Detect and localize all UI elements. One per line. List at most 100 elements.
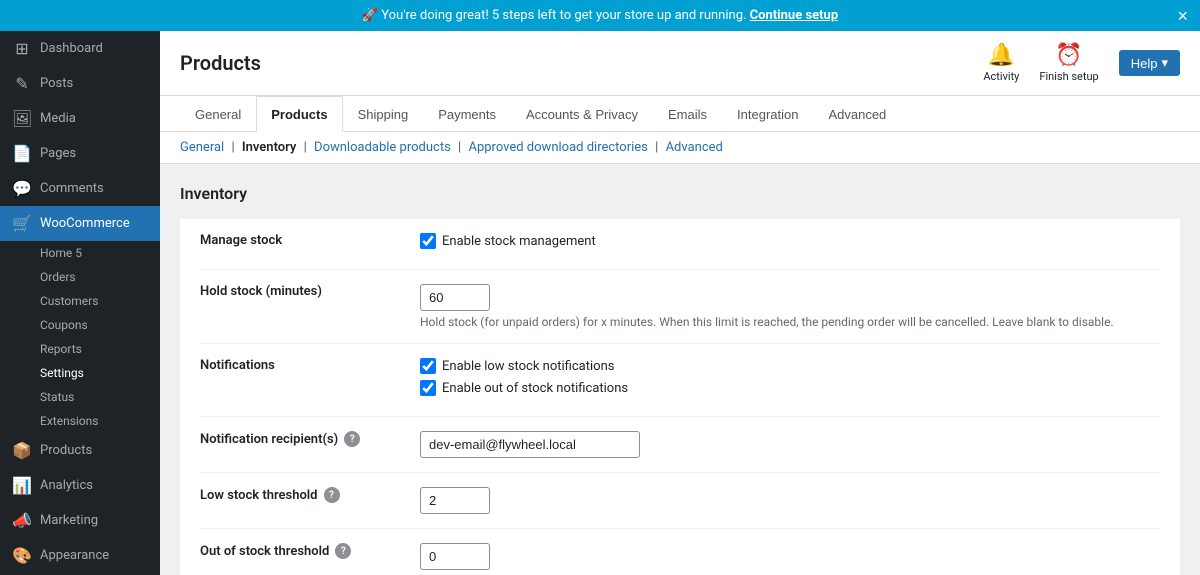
sidebar-sub-coupons[interactable]: Coupons [0, 313, 160, 337]
sidebar-item-label: Media [40, 111, 76, 126]
field-hold-stock-content: Hold stock (for unpaid orders) for x min… [420, 284, 1160, 329]
tab-advanced[interactable]: Advanced [813, 96, 901, 132]
woocommerce-icon: 🛒 [12, 214, 32, 233]
section-title: Inventory [180, 184, 1180, 203]
activity-label: Activity [983, 70, 1019, 83]
sidebar-sub-settings[interactable]: Settings [0, 361, 160, 385]
sidebar-item-products[interactable]: 📦 Products [0, 433, 160, 468]
notification-close-button[interactable]: × [1177, 7, 1188, 25]
field-low-stock-threshold: Low stock threshold ? [200, 473, 1160, 529]
sidebar-sub-status[interactable]: Status [0, 385, 160, 409]
subnav-general[interactable]: General [180, 140, 224, 155]
tab-general[interactable]: General [180, 96, 256, 132]
out-stock-notification-checkbox[interactable] [420, 380, 436, 396]
enable-stock-label: Enable stock management [442, 234, 596, 249]
finish-setup-label: Finish setup [1039, 70, 1098, 83]
low-stock-notification-label: Enable low stock notifications [442, 359, 614, 374]
sidebar-item-label: Analytics [40, 478, 93, 493]
sidebar-item-label: Marketing [40, 513, 98, 528]
field-manage-stock-content: Enable stock management [420, 233, 1160, 255]
comments-icon: 💬 [12, 179, 32, 198]
tab-accounts-privacy[interactable]: Accounts & Privacy [511, 96, 653, 132]
sidebar-item-label: Comments [40, 181, 104, 196]
sidebar-item-appearance[interactable]: 🎨 Appearance [0, 538, 160, 573]
label-low-stock-threshold: Low stock threshold ? [200, 487, 420, 503]
sidebar-sub-customers[interactable]: Customers [0, 289, 160, 313]
low-stock-notification-checkbox[interactable] [420, 358, 436, 374]
subnav-approved-dirs[interactable]: Approved download directories [468, 140, 647, 155]
sidebar-sub-extensions[interactable]: Extensions [0, 409, 160, 433]
header-actions: 🔔 Activity ⏰ Finish setup Help ▾ [983, 43, 1180, 83]
notification-message: 🚀 You're doing great! 5 steps left to ge… [362, 8, 747, 23]
tab-integration[interactable]: Integration [722, 96, 813, 132]
tab-products[interactable]: Products [256, 96, 342, 132]
subnav-downloadable[interactable]: Downloadable products [314, 140, 451, 155]
settings-content: Inventory Manage stock Enable stock mana… [160, 164, 1200, 575]
field-notification-recipient-content [420, 431, 1160, 458]
page-title: Products [180, 51, 261, 75]
sub-navigation: General | Inventory | Downloadable produ… [160, 132, 1200, 164]
sidebar-item-label: Pages [40, 146, 76, 161]
field-hold-stock: Hold stock (minutes) Hold stock (for unp… [200, 270, 1160, 344]
out-stock-threshold-input[interactable] [420, 543, 490, 570]
enable-stock-checkbox[interactable] [420, 233, 436, 249]
label-manage-stock: Manage stock [200, 233, 420, 248]
tab-emails[interactable]: Emails [653, 96, 722, 132]
pages-icon: 📄 [12, 144, 32, 163]
activity-icon: 🔔 [988, 43, 1015, 68]
sidebar-item-woocommerce[interactable]: 🛒 WooCommerce [0, 206, 160, 241]
sidebar-sub-orders[interactable]: Orders [0, 265, 160, 289]
sidebar-item-pages[interactable]: 📄 Pages [0, 136, 160, 171]
finish-setup-button[interactable]: ⏰ Finish setup [1039, 43, 1098, 83]
posts-icon: ✎ [12, 74, 32, 93]
checkbox-row-low-stock: Enable low stock notifications [420, 358, 1160, 374]
sidebar-item-label: Dashboard [40, 41, 103, 56]
sidebar-item-analytics[interactable]: 📊 Analytics [0, 468, 160, 503]
marketing-icon: 📣 [12, 511, 32, 530]
content-area: Products 🔔 Activity ⏰ Finish setup Help … [160, 31, 1200, 575]
dashboard-icon: ⊞ [12, 39, 32, 58]
label-notifications: Notifications [200, 358, 420, 373]
field-notifications: Notifications Enable low stock notificat… [200, 344, 1160, 417]
field-out-stock-threshold: Out of stock threshold ? [200, 529, 1160, 575]
finish-setup-icon: ⏰ [1055, 43, 1082, 68]
hold-stock-input[interactable] [420, 284, 490, 311]
home-badge: 5 [75, 246, 82, 260]
sidebar-item-comments[interactable]: 💬 Comments [0, 171, 160, 206]
tab-shipping[interactable]: Shipping [343, 96, 424, 132]
sidebar-item-label: Products [40, 443, 92, 458]
sidebar-sub-reports[interactable]: Reports [0, 337, 160, 361]
content-header: Products 🔔 Activity ⏰ Finish setup Help … [160, 31, 1200, 96]
tab-payments[interactable]: Payments [423, 96, 511, 132]
activity-button[interactable]: 🔔 Activity [983, 43, 1019, 83]
out-stock-notification-label: Enable out of stock notifications [442, 381, 628, 396]
sidebar-item-label: Appearance [40, 548, 109, 563]
field-low-stock-threshold-content [420, 487, 1160, 514]
help-label: Help [1131, 56, 1158, 71]
sidebar-sub-home[interactable]: Home 5 [0, 241, 160, 265]
subnav-advanced[interactable]: Advanced [666, 140, 723, 155]
sidebar-item-media[interactable]: 🖼 Media [0, 101, 160, 136]
help-button[interactable]: Help ▾ [1119, 50, 1180, 76]
low-stock-threshold-help-icon[interactable]: ? [324, 487, 340, 503]
out-stock-threshold-help-icon[interactable]: ? [335, 543, 351, 559]
sidebar-item-marketing[interactable]: 📣 Marketing [0, 503, 160, 538]
label-out-stock-threshold: Out of stock threshold ? [200, 543, 420, 559]
sidebar-item-dashboard[interactable]: ⊞ Dashboard [0, 31, 160, 66]
notification-recipient-help-icon[interactable]: ? [344, 431, 360, 447]
help-chevron-icon: ▾ [1161, 55, 1168, 71]
label-hold-stock: Hold stock (minutes) [200, 284, 420, 299]
sidebar-item-posts[interactable]: ✎ Posts [0, 66, 160, 101]
sidebar-item-label: WooCommerce [40, 216, 130, 231]
notification-recipient-input[interactable] [420, 431, 640, 458]
checkbox-row-enable-stock: Enable stock management [420, 233, 1160, 249]
subnav-inventory[interactable]: Inventory [242, 140, 297, 155]
settings-tabs: General Products Shipping Payments Accou… [160, 96, 1200, 132]
low-stock-threshold-input[interactable] [420, 487, 490, 514]
sidebar: ⊞ Dashboard ✎ Posts 🖼 Media 📄 Pages 💬 Co… [0, 31, 160, 575]
notification-bar: 🚀 You're doing great! 5 steps left to ge… [0, 0, 1200, 31]
sidebar-item-label: Posts [40, 76, 73, 91]
hold-stock-description: Hold stock (for unpaid orders) for x min… [420, 315, 1160, 329]
continue-setup-link[interactable]: Continue setup [750, 8, 838, 23]
field-out-stock-threshold-content [420, 543, 1160, 570]
